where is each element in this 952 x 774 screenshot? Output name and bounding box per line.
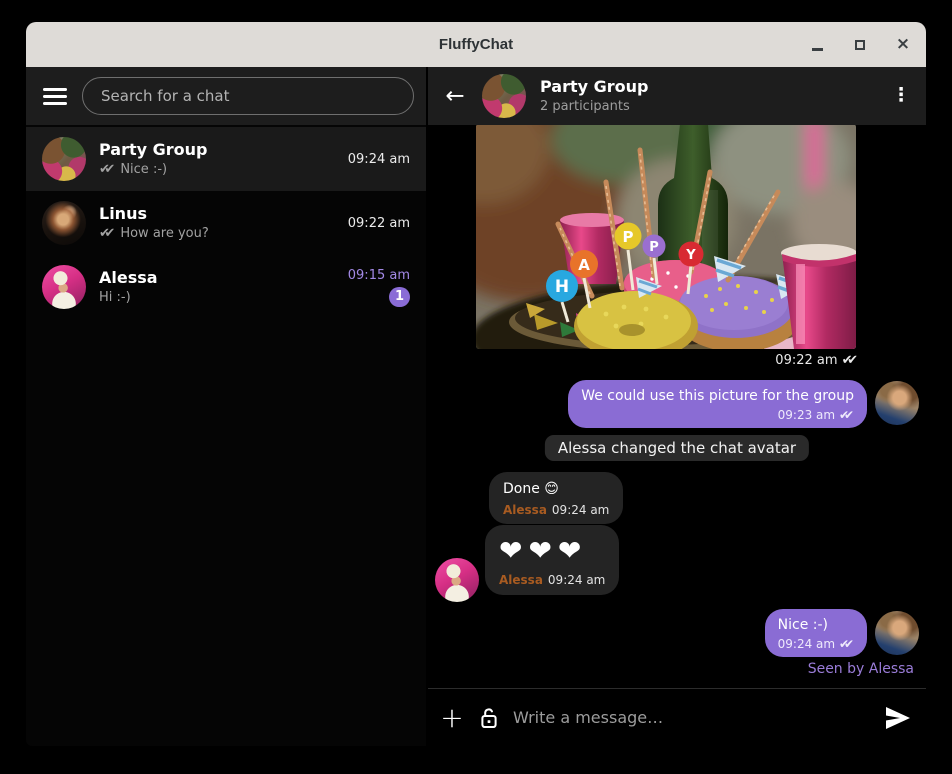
minimize-button[interactable] [808, 36, 826, 54]
party-group-avatar [42, 137, 86, 181]
chat-list-sidebar: Party Group ✔✔ Nice :-) 09:24 am [26, 67, 426, 746]
maximize-icon [855, 40, 865, 50]
chat-header: ← Party Group 2 participants ⋮ [428, 67, 926, 125]
read-receipt-icon: ✔✔ [842, 353, 858, 368]
linus-avatar [42, 201, 86, 245]
chat-preview: ✔✔ How are you? [99, 226, 335, 241]
chat-row-linus[interactable]: Linus ✔✔ How are you? 09:22 am [26, 191, 426, 255]
svg-text:H: H [555, 277, 569, 297]
own-message-bubble[interactable]: We could use this picture for the group … [568, 380, 867, 428]
own-avatar[interactable] [875, 611, 919, 655]
chat-time: 09:24 am [348, 152, 410, 167]
peer-message-bubble[interactable]: ❤❤❤ Alessa09:24 am [485, 525, 619, 595]
app-window: FluffyChat × [26, 22, 926, 746]
svg-text:Y: Y [685, 248, 696, 263]
search-input[interactable] [83, 87, 413, 105]
read-receipt-icon: ✔✔ [99, 226, 115, 241]
image-message-time: 09:22 am ✔✔ [775, 353, 858, 368]
maximize-button[interactable] [851, 36, 869, 54]
message-composer: + [428, 688, 926, 746]
read-receipt-icon: ✔✔ [839, 636, 854, 652]
desktop-background: FluffyChat × [0, 0, 952, 774]
read-receipt-icon: ✔✔ [99, 162, 115, 177]
sender-name: Alessa [499, 573, 543, 587]
svg-text:A: A [578, 256, 590, 274]
chat-name: Linus [99, 205, 335, 223]
alessa-avatar [42, 265, 86, 309]
window-titlebar: FluffyChat × [26, 22, 926, 67]
encryption-lock-icon [479, 707, 499, 729]
window-title: FluffyChat [439, 36, 513, 53]
message-meta: Alessa09:24 am [499, 572, 605, 588]
message-time: 09:24 am ✔✔ [778, 636, 854, 652]
chat-participants: 2 participants [540, 99, 876, 114]
window-controls: × [808, 22, 912, 67]
peer-message-bubble[interactable]: Done 😊 Alessa09:24 am [489, 472, 623, 524]
chat-list: Party Group ✔✔ Nice :-) 09:24 am [26, 125, 426, 746]
message-input[interactable] [513, 708, 871, 727]
svg-text:P: P [649, 240, 659, 255]
chat-time: 09:22 am [348, 216, 410, 231]
chat-header-avatar[interactable] [482, 74, 526, 118]
message-text: Nice :-) [778, 616, 854, 635]
close-icon: × [896, 36, 910, 53]
close-button[interactable]: × [894, 36, 912, 54]
own-message-bubble[interactable]: Nice :-) 09:24 am ✔✔ [765, 609, 867, 657]
overflow-menu-icon[interactable]: ⋮ [890, 90, 912, 102]
menu-icon[interactable] [43, 88, 67, 105]
chat-row-alessa[interactable]: Alessa Hi :-) 09:15 am 1 [26, 255, 426, 319]
message-time: 09:23 am ✔✔ [581, 407, 854, 423]
message-meta: Alessa09:24 am [503, 502, 609, 518]
status-message: Alessa changed the chat avatar [545, 435, 809, 461]
minimize-icon [812, 48, 823, 51]
own-avatar[interactable] [875, 381, 919, 425]
message-text-hearts: ❤❤❤ [499, 533, 605, 569]
chat-preview: Hi :-) [99, 290, 335, 305]
message-timeline: H A P P Y 09:2 [428, 125, 926, 688]
seen-by-label: Seen by Alessa [808, 661, 914, 677]
svg-text:P: P [623, 228, 634, 246]
search-field [82, 77, 414, 115]
chat-row-party-group[interactable]: Party Group ✔✔ Nice :-) 09:24 am [26, 127, 426, 191]
message-text: We could use this picture for the group [581, 387, 854, 406]
chat-title: Party Group [540, 78, 876, 96]
sidebar-header [26, 67, 426, 125]
back-icon[interactable]: ← [442, 85, 468, 108]
alessa-avatar[interactable] [435, 558, 479, 602]
image-message-party-photo[interactable]: H A P P Y [476, 125, 856, 349]
sender-name: Alessa [503, 503, 547, 517]
chat-time: 09:15 am [348, 268, 410, 283]
unread-count-badge: 1 [389, 287, 410, 307]
read-receipt-icon: ✔✔ [839, 407, 854, 423]
add-attachment-icon[interactable]: + [439, 704, 465, 732]
chat-preview: ✔✔ Nice :-) [99, 162, 335, 177]
chat-name: Alessa [99, 269, 335, 287]
chat-panel: ← Party Group 2 participants ⋮ [426, 67, 926, 746]
send-icon[interactable] [885, 707, 911, 729]
message-text: Done 😊 [503, 480, 609, 499]
chat-name: Party Group [99, 141, 335, 159]
